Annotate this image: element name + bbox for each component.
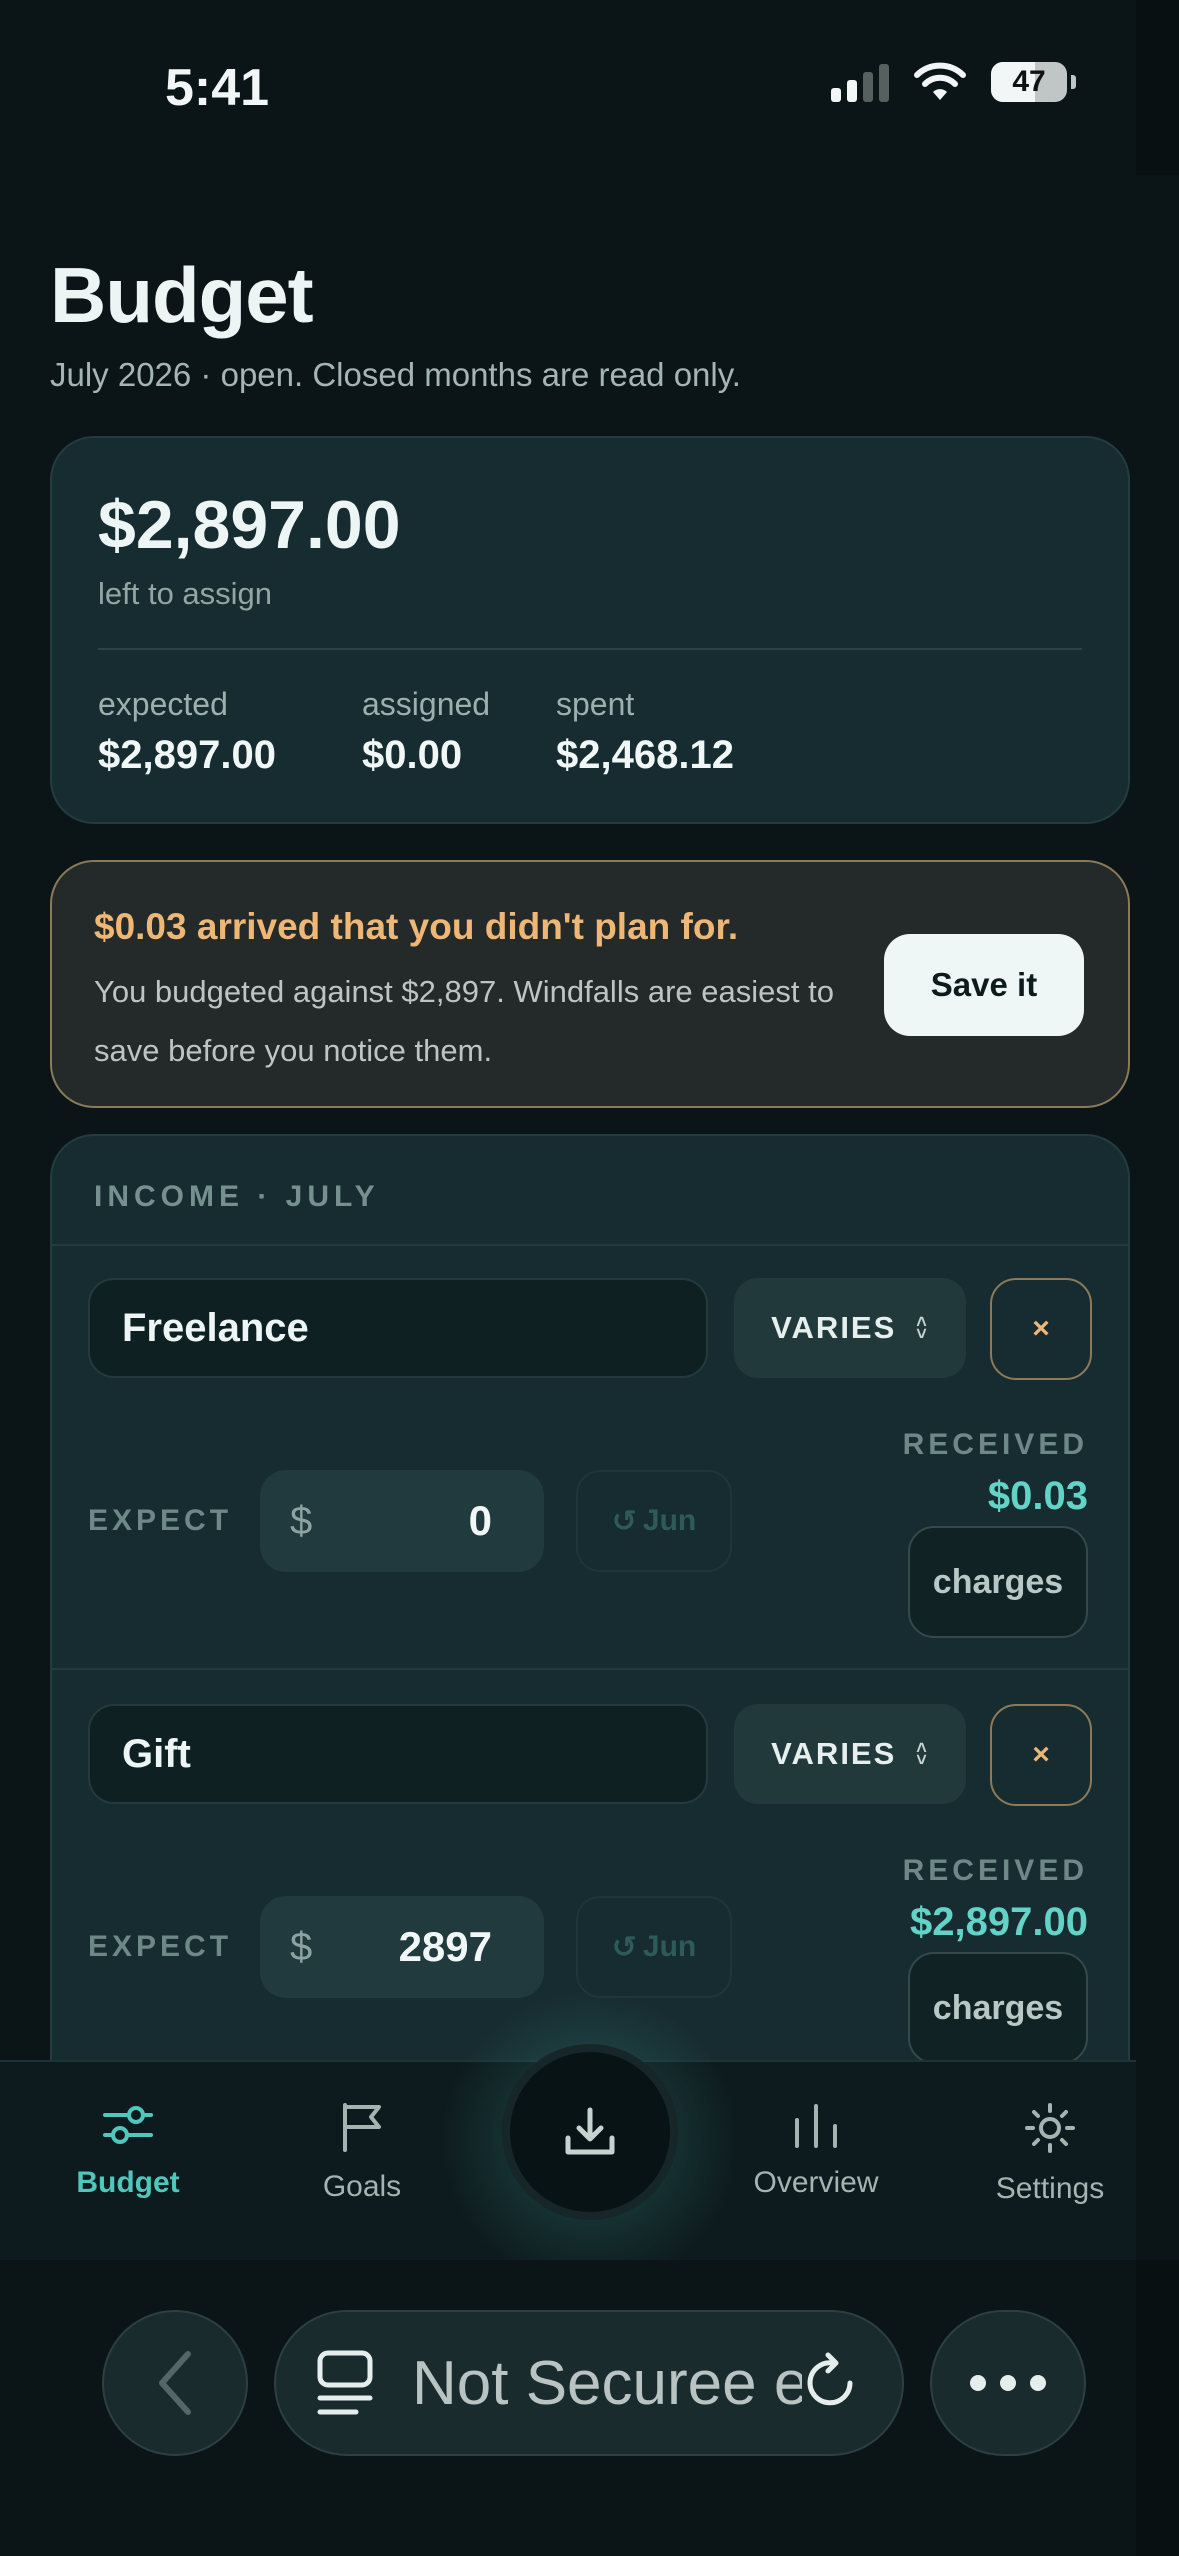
chevron-updown-icon: ˄ ˅ bbox=[916, 1738, 929, 1770]
expect-amount-value: 0 bbox=[468, 1497, 492, 1544]
expect-amount-input[interactable]: $ 0 bbox=[260, 1470, 544, 1572]
page-menu-icon bbox=[317, 2350, 373, 2415]
status-time: 5:41 bbox=[165, 59, 270, 117]
battery-icon: 47 bbox=[991, 62, 1067, 102]
page-subtitle: July 2026 · open. Closed months are read… bbox=[50, 356, 741, 393]
wifi-icon bbox=[914, 62, 966, 100]
stat-expected: expected $2,897.00 bbox=[98, 686, 276, 778]
previous-month-label: Jun bbox=[642, 1504, 697, 1537]
copy-previous-month-button[interactable]: ↺ Jun bbox=[576, 1896, 732, 1998]
stat-label: assigned bbox=[362, 686, 491, 722]
section-divider bbox=[52, 1244, 1128, 1246]
bar-chart-icon bbox=[795, 2104, 837, 2148]
edge-strip bbox=[1136, 0, 1179, 175]
tab-overview[interactable]: Overview bbox=[716, 2102, 916, 2200]
alert-title: $0.03 arrived that you didn't plan for. bbox=[94, 906, 739, 947]
charges-button[interactable]: charges bbox=[908, 1952, 1088, 2064]
income-name-input[interactable]: Gift bbox=[88, 1704, 708, 1804]
copy-previous-month-button[interactable]: ↺ Jun bbox=[576, 1470, 732, 1572]
import-fab-button[interactable] bbox=[502, 2044, 678, 2220]
download-icon bbox=[565, 2107, 615, 2155]
page-title: Budget bbox=[50, 251, 314, 339]
received-label: RECEIVED bbox=[902, 1854, 1088, 1887]
tab-label: Budget bbox=[76, 2166, 180, 2199]
reload-icon[interactable] bbox=[802, 2351, 864, 2415]
url-bar[interactable]: Not Securee et bbox=[274, 2310, 904, 2456]
more-options-button[interactable] bbox=[930, 2310, 1086, 2456]
tab-label: Settings bbox=[995, 2172, 1105, 2205]
left-to-assign-label: left to assign bbox=[98, 576, 273, 611]
gear-icon bbox=[1025, 2103, 1075, 2153]
stat-value: $2,897.00 bbox=[98, 733, 276, 777]
status-icons: 47 bbox=[831, 62, 1076, 102]
charges-button[interactable]: charges bbox=[908, 1526, 1088, 1638]
edge-strip bbox=[1136, 2260, 1179, 2556]
dot bbox=[1030, 2375, 1046, 2391]
stat-spent: spent $2,468.12 bbox=[556, 686, 734, 778]
left-to-assign-amount: $2,897.00 bbox=[98, 487, 401, 563]
previous-month-label: Jun bbox=[642, 1930, 697, 1963]
chevron-updown-icon: ˄ ˅ bbox=[916, 1312, 929, 1344]
tab-label: Goals bbox=[322, 2170, 402, 2203]
received-label: RECEIVED bbox=[902, 1428, 1088, 1461]
stat-label: expected bbox=[98, 686, 228, 722]
income-type-select[interactable]: VARIES ˄ ˅ bbox=[734, 1704, 966, 1804]
save-it-button[interactable]: Save it bbox=[884, 934, 1084, 1036]
tab-settings[interactable]: Settings bbox=[950, 2102, 1150, 2206]
summary-card: $2,897.00 left to assign expected $2,897… bbox=[50, 436, 1130, 824]
expect-amount-value: 2897 bbox=[398, 1923, 492, 1970]
stat-label: spent bbox=[556, 686, 635, 722]
income-type-select[interactable]: VARIES ˄ ˅ bbox=[734, 1278, 966, 1378]
expect-label: EXPECT bbox=[88, 1504, 233, 1537]
undo-icon: ↺ bbox=[611, 1930, 637, 1964]
flag-icon bbox=[343, 2103, 381, 2152]
row-divider bbox=[52, 1668, 1128, 1670]
tab-label: Overview bbox=[753, 2166, 879, 2199]
remove-income-button[interactable]: × bbox=[990, 1704, 1092, 1806]
stat-value: $0.00 bbox=[362, 733, 463, 777]
tab-budget[interactable]: Budget bbox=[28, 2102, 228, 2200]
status-bar: 5:41 47 bbox=[0, 0, 1136, 175]
dot bbox=[1000, 2375, 1016, 2391]
dot bbox=[970, 2375, 986, 2391]
cellular-signal-icon bbox=[831, 62, 889, 102]
stat-value: $2,468.12 bbox=[556, 733, 734, 777]
currency-symbol: $ bbox=[290, 1498, 313, 1543]
income-type-value: VARIES bbox=[771, 1736, 897, 1771]
undo-icon: ↺ bbox=[611, 1504, 637, 1538]
chevron-left-icon bbox=[159, 2351, 191, 2415]
url-text: Not Securee et bbox=[412, 2348, 802, 2418]
browser-back-button[interactable] bbox=[102, 2310, 248, 2456]
battery-cap bbox=[1071, 75, 1076, 89]
tab-goals[interactable]: Goals bbox=[262, 2102, 462, 2204]
income-name-input[interactable]: Freelance bbox=[88, 1278, 708, 1378]
stat-assigned: assigned $0.00 bbox=[362, 686, 490, 778]
received-value: $2,897.00 bbox=[910, 1900, 1088, 1944]
alert-body: You budgeted against $2,897. Windfalls a… bbox=[94, 974, 834, 1068]
expect-label: EXPECT bbox=[88, 1930, 233, 1963]
summary-divider bbox=[98, 648, 1082, 650]
income-type-value: VARIES bbox=[771, 1310, 897, 1345]
received-value: $0.03 bbox=[987, 1474, 1088, 1518]
expect-amount-input[interactable]: $ 2897 bbox=[260, 1896, 544, 1998]
sliders-icon bbox=[103, 2106, 153, 2144]
remove-income-button[interactable]: × bbox=[990, 1278, 1092, 1380]
battery-level: 47 bbox=[1012, 65, 1046, 98]
currency-symbol: $ bbox=[290, 1924, 313, 1969]
income-section-header: INCOME · JULY bbox=[94, 1180, 380, 1213]
windfall-alert: $0.03 arrived that you didn't plan for. … bbox=[50, 860, 1130, 1108]
